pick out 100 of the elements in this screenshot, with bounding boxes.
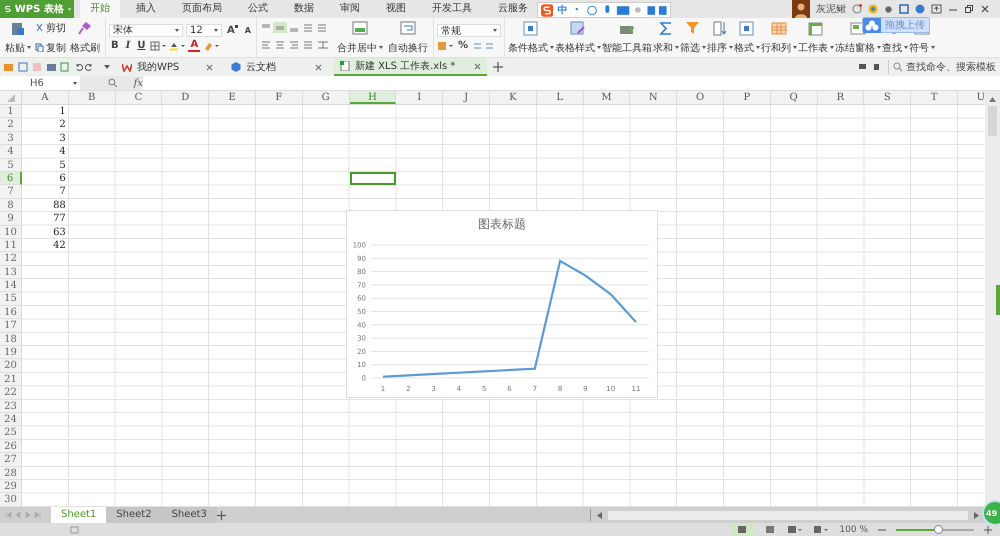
menu-tab[interactable]: 开发工具 bbox=[422, 0, 482, 18]
menu-tab[interactable]: 视图 bbox=[376, 0, 416, 18]
column-header[interactable]: K bbox=[490, 91, 537, 104]
cut-button[interactable]: 剪切 bbox=[35, 20, 66, 34]
row-header[interactable]: 3 bbox=[0, 132, 22, 146]
currency-icon[interactable] bbox=[436, 40, 453, 50]
row-header[interactable]: 17 bbox=[0, 319, 22, 333]
row-header[interactable]: 25 bbox=[0, 426, 22, 440]
caret-icon[interactable] bbox=[104, 65, 110, 69]
fill-color-icon[interactable] bbox=[169, 40, 186, 50]
scroll-right-icon[interactable] bbox=[974, 512, 979, 518]
row-header[interactable]: 28 bbox=[0, 466, 22, 480]
font-name-dropdown[interactable]: 宋体 bbox=[109, 24, 183, 36]
row-header[interactable]: 10 bbox=[0, 226, 22, 239]
column-header[interactable]: R bbox=[818, 91, 864, 104]
row-header[interactable]: 24 bbox=[0, 412, 22, 426]
column-header[interactable]: B bbox=[68, 91, 116, 104]
ribbon-button[interactable]: 表格样式 bbox=[554, 20, 601, 56]
paste-button[interactable]: 粘贴 bbox=[3, 20, 33, 56]
row-header[interactable]: 13 bbox=[0, 266, 22, 280]
font-color-button[interactable]: A bbox=[188, 40, 200, 52]
row-header[interactable]: 26 bbox=[0, 440, 22, 454]
normal-view-icon[interactable] bbox=[731, 523, 754, 536]
row-header[interactable]: 30 bbox=[0, 493, 22, 507]
column-header[interactable]: P bbox=[724, 91, 771, 104]
row-header[interactable]: 2 bbox=[0, 118, 22, 132]
row-header[interactable]: 4 bbox=[0, 145, 22, 159]
reading-mode-icon[interactable] bbox=[813, 525, 830, 534]
ribbon-button[interactable]: 条件格式 bbox=[508, 20, 554, 56]
document-tab[interactable]: 云文档 bbox=[225, 58, 328, 76]
scroll-left-icon[interactable] bbox=[597, 512, 602, 518]
row-header[interactable]: 7 bbox=[0, 185, 22, 199]
restore-icon[interactable] bbox=[964, 4, 974, 14]
column-header[interactable]: S bbox=[864, 91, 912, 104]
sheet-tab[interactable]: Sheet3 bbox=[162, 507, 217, 523]
copy-button[interactable]: 复制 bbox=[35, 40, 66, 54]
column-header[interactable]: E bbox=[209, 91, 256, 104]
document-tab[interactable]: 新建 XLS 工作表.xls * bbox=[334, 58, 488, 76]
ribbon-button[interactable]: 工作表 bbox=[798, 20, 834, 56]
column-header[interactable]: N bbox=[630, 91, 678, 104]
vertical-scrollbar[interactable] bbox=[985, 91, 1000, 507]
menu-tab[interactable]: 页面布局 bbox=[172, 0, 232, 18]
font-style-button[interactable]: I bbox=[124, 40, 132, 51]
ribbon-button[interactable]: 格式 bbox=[734, 20, 760, 56]
menu-tab[interactable]: 审阅 bbox=[330, 0, 370, 18]
column-header[interactable]: A bbox=[22, 91, 69, 104]
column-header[interactable]: J bbox=[443, 91, 490, 104]
browser-icon[interactable] bbox=[868, 4, 878, 14]
skin-icon[interactable] bbox=[931, 4, 942, 14]
row-header[interactable]: 19 bbox=[0, 346, 22, 360]
close-icon[interactable] bbox=[474, 62, 482, 70]
ribbon-button[interactable]: 行和列 bbox=[760, 20, 797, 56]
column-header[interactable]: Q bbox=[770, 91, 818, 104]
ribbon-button[interactable]: 排序 bbox=[706, 20, 733, 56]
row-header[interactable]: 23 bbox=[0, 400, 22, 413]
row-header[interactable]: 12 bbox=[0, 252, 22, 266]
menu-tab[interactable]: 开始 bbox=[80, 0, 120, 18]
number-format-dropdown[interactable]: 常规 bbox=[436, 24, 501, 37]
decimal-icon[interactable] bbox=[472, 40, 495, 50]
user-name[interactable]: 灰泥鳅 bbox=[816, 2, 846, 16]
scroll-thumb[interactable] bbox=[608, 510, 968, 520]
column-header[interactable]: M bbox=[584, 91, 630, 104]
grow-font-button[interactable]: A bbox=[225, 24, 240, 36]
row-header[interactable]: 29 bbox=[0, 480, 22, 494]
shrink-font-button[interactable]: A bbox=[242, 26, 253, 34]
side-panel-handle[interactable] bbox=[996, 285, 1000, 315]
row-header[interactable]: 11 bbox=[0, 238, 22, 252]
column-header[interactable]: H bbox=[350, 91, 396, 104]
ribbon-button[interactable]: 合并居中 bbox=[334, 20, 385, 56]
menu-tab[interactable]: 云服务 bbox=[488, 0, 538, 18]
bell-icon[interactable] bbox=[852, 4, 862, 14]
ribbon-button[interactable]: 求和 bbox=[652, 20, 679, 56]
input-mode-label[interactable]: 中 bbox=[557, 3, 568, 17]
column-header[interactable]: C bbox=[116, 91, 162, 104]
row-header[interactable]: 18 bbox=[0, 332, 22, 346]
add-sheet-icon[interactable] bbox=[216, 510, 226, 520]
ribbon-button[interactable]: 筛选 bbox=[680, 20, 706, 56]
page-layout-icon[interactable] bbox=[787, 525, 804, 534]
font-size-dropdown[interactable]: 12 bbox=[186, 24, 222, 36]
add-tab-icon[interactable] bbox=[493, 62, 504, 72]
row-header[interactable]: 21 bbox=[0, 372, 22, 386]
font-style-button[interactable]: U bbox=[135, 40, 148, 51]
scroll-up-icon[interactable] bbox=[989, 97, 996, 102]
row-header[interactable]: 27 bbox=[0, 453, 22, 467]
percent-button[interactable]: % bbox=[456, 40, 470, 51]
column-header[interactable]: T bbox=[911, 91, 958, 104]
zoom-icon[interactable] bbox=[108, 78, 118, 88]
row-header[interactable]: 1 bbox=[0, 105, 22, 118]
sheet-tab[interactable]: Sheet2 bbox=[106, 507, 162, 523]
font-style-button[interactable]: B bbox=[109, 40, 121, 51]
menu-tab[interactable]: 公式 bbox=[238, 0, 278, 18]
row-header[interactable]: 16 bbox=[0, 306, 22, 320]
document-tab[interactable]: 我的WPS bbox=[116, 58, 219, 76]
format-painter-button[interactable]: 格式刷 bbox=[68, 20, 102, 56]
row-header[interactable]: 22 bbox=[0, 386, 22, 400]
close-icon[interactable] bbox=[206, 64, 213, 70]
row-header[interactable]: 15 bbox=[0, 292, 22, 306]
eraser-icon[interactable] bbox=[203, 40, 220, 50]
function-button[interactable]: fx bbox=[134, 78, 143, 88]
column-header[interactable]: L bbox=[536, 91, 584, 104]
